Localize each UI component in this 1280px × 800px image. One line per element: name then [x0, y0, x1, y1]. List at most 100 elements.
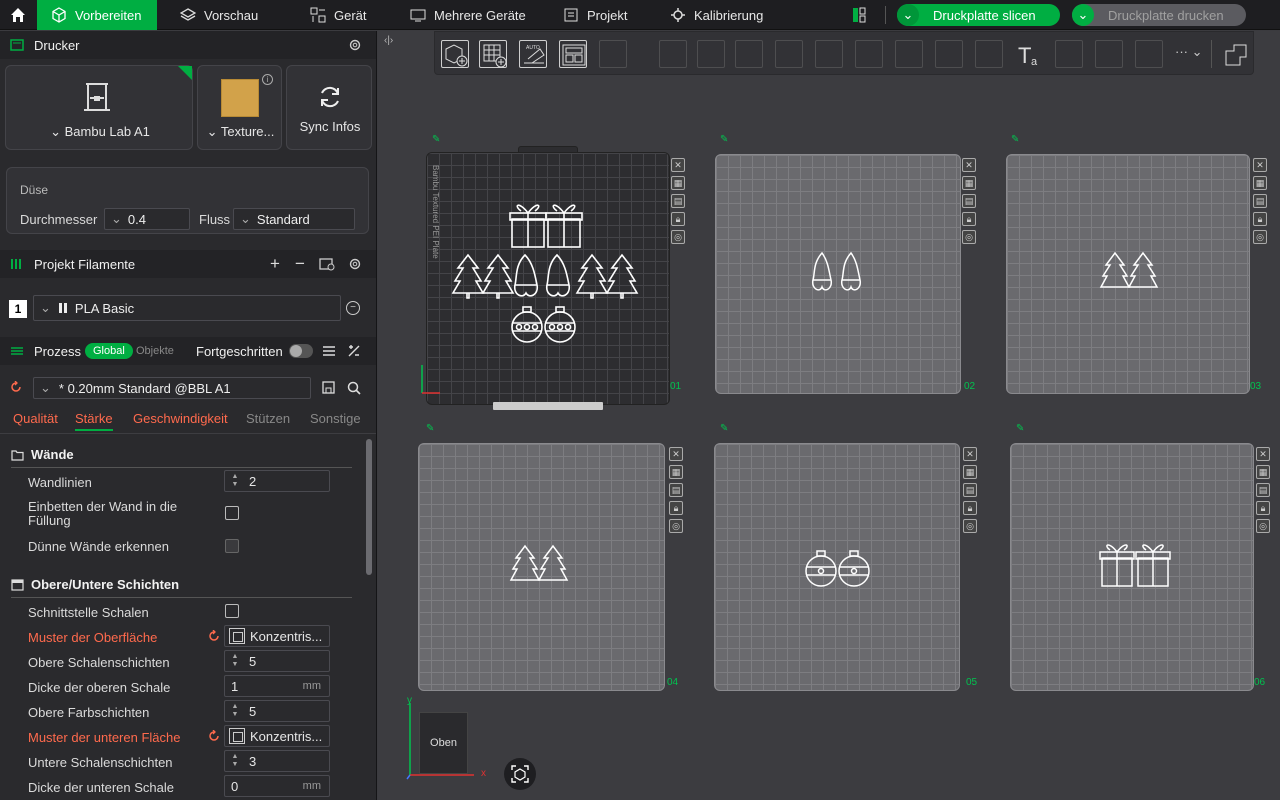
embed-wall-checkbox[interactable] [225, 506, 239, 520]
arrange-plate-icon[interactable]: ▦ [671, 176, 685, 190]
text-tool-button[interactable]: Ta [1015, 40, 1043, 68]
plate-type-card[interactable]: i ⌄ Texture... [197, 65, 282, 150]
sync-info-button[interactable]: Sync Infos [286, 65, 372, 150]
bottom-shell-layers-input[interactable]: ▲ ▼ 3 [224, 750, 330, 772]
measure-tool-button[interactable] [1055, 40, 1083, 68]
stepper-arrows-icon[interactable]: ▲ ▼ [227, 701, 243, 721]
gear-icon[interactable] [348, 257, 362, 271]
filament-options-icon[interactable]: − [346, 301, 360, 315]
arrange-plate-icon[interactable]: ▦ [669, 465, 683, 479]
printer-card[interactable]: ⌄ Bambu Lab A1 [5, 65, 193, 150]
support-paint-button[interactable] [935, 40, 963, 68]
plate-settings-icon[interactable]: ◎ [1253, 230, 1267, 244]
reset-icon[interactable] [208, 630, 220, 642]
delete-plate-icon[interactable]: ✕ [671, 158, 685, 172]
advanced-toggle-switch[interactable] [289, 344, 313, 358]
tab-device[interactable]: Gerät [310, 0, 367, 30]
stepper-arrows-icon[interactable]: ▲ ▼ [227, 471, 243, 491]
info-icon[interactable]: i [262, 74, 273, 85]
tab-strength[interactable]: Stärke [75, 411, 113, 431]
plate-settings-icon[interactable]: ◎ [1256, 519, 1270, 533]
diameter-select[interactable]: ⌄ 0.4 [104, 208, 190, 230]
add-filament-button[interactable]: + [270, 254, 280, 274]
plate-settings-icon[interactable]: ◎ [669, 519, 683, 533]
lock-plate-icon[interactable]: 🔒︎ [1253, 212, 1267, 226]
delete-plate-icon[interactable]: ✕ [963, 447, 977, 461]
edit-plate-icon[interactable]: ✎ [720, 134, 728, 145]
assembly-tool-button[interactable] [1095, 40, 1123, 68]
edit-plate-icon[interactable]: ✎ [426, 423, 434, 434]
wall-loops-input[interactable]: ▲ ▼ 2 [224, 470, 330, 492]
move-tool-button[interactable] [659, 40, 687, 68]
tab-prepare[interactable]: Vorbereiten [37, 0, 157, 30]
build-plate-06[interactable] [1010, 443, 1254, 691]
emboss-tool-button[interactable] [1135, 40, 1163, 68]
reset-icon[interactable] [10, 381, 22, 393]
sidebar-scrollbar[interactable] [366, 439, 372, 575]
slice-plate-button[interactable]: ⌄ Druckplatte slicen [897, 4, 1060, 26]
orient-plate-icon[interactable]: ▤ [669, 483, 683, 497]
top-pattern-select[interactable]: Konzentris... [224, 625, 330, 647]
tab-quality[interactable]: Qualität [13, 411, 58, 426]
build-plate-05[interactable] [714, 443, 960, 691]
lock-plate-icon[interactable]: 🔒︎ [963, 501, 977, 515]
arrange-plate-icon[interactable]: ▦ [1256, 465, 1270, 479]
flow-select[interactable]: ⌄ Standard [233, 208, 355, 230]
print-plate-button[interactable]: ⌄ Druckplatte drucken [1072, 4, 1246, 26]
tab-preview[interactable]: Vorschau [180, 0, 258, 30]
chevron-down-icon[interactable]: ⌄ [1072, 4, 1094, 26]
arrange-plate-icon[interactable]: ▦ [1253, 176, 1267, 190]
tab-others[interactable]: Sonstige [310, 411, 361, 426]
process-preset-select[interactable]: ⌄ * 0.20mm Standard @BBL A1 [33, 377, 311, 399]
assembly-view-button[interactable] [1221, 40, 1249, 68]
plate-settings-icon[interactable]: ◎ [963, 519, 977, 533]
orient-plate-icon[interactable]: ▤ [963, 483, 977, 497]
orient-plate-icon[interactable]: ▤ [962, 194, 976, 208]
auto-orient-button[interactable]: AUTO [519, 40, 547, 68]
scale-tool-button[interactable] [735, 40, 763, 68]
top-shell-layers-input[interactable]: ▲ ▼ 5 [224, 650, 330, 672]
add-object-button[interactable] [441, 40, 469, 68]
interface-shells-checkbox[interactable] [225, 604, 239, 618]
bottom-pattern-select[interactable]: Konzentris... [224, 725, 330, 747]
lock-plate-icon[interactable]: 🔒︎ [669, 501, 683, 515]
fit-view-button[interactable] [504, 758, 536, 790]
tab-project[interactable]: Projekt [563, 0, 627, 30]
delete-plate-icon[interactable]: ✕ [1253, 158, 1267, 172]
delete-plate-icon[interactable]: ✕ [962, 158, 976, 172]
arrange-button[interactable] [559, 40, 587, 68]
edit-plate-icon[interactable]: ✎ [1016, 423, 1024, 434]
top-shell-thickness-input[interactable]: 1 mm [224, 675, 330, 697]
plate-settings-icon[interactable]: ◎ [962, 230, 976, 244]
chevron-down-icon[interactable]: ⌄ [897, 4, 919, 26]
split-view-button[interactable] [599, 40, 627, 68]
build-plate-01[interactable]: Bambu Textured PEI Plate [426, 152, 670, 410]
edit-plate-icon[interactable]: ✎ [432, 134, 440, 145]
global-toggle[interactable]: Global [85, 343, 133, 359]
layout-toggle-button[interactable] [852, 7, 866, 23]
tab-multi-device[interactable]: Mehrere Geräte [410, 0, 526, 30]
home-button[interactable] [0, 0, 36, 30]
lock-plate-icon[interactable]: 🔒︎ [1256, 501, 1270, 515]
plate-settings-icon[interactable]: ◎ [671, 230, 685, 244]
split-objects-button[interactable] [815, 40, 843, 68]
build-plate-03[interactable] [1006, 154, 1250, 394]
delete-plate-icon[interactable]: ✕ [669, 447, 683, 461]
orient-plate-icon[interactable]: ▤ [1256, 483, 1270, 497]
add-plate-button[interactable] [479, 40, 507, 68]
gear-icon[interactable] [348, 38, 362, 52]
tab-support[interactable]: Stützen [246, 411, 290, 426]
lock-plate-icon[interactable]: 🔒︎ [671, 212, 685, 226]
objects-toggle[interactable]: Objekte [136, 345, 174, 357]
compare-icon[interactable] [347, 344, 361, 358]
tab-speed[interactable]: Geschwindigkeit [133, 411, 228, 426]
remove-filament-button[interactable]: − [295, 254, 305, 274]
arrange-plate-icon[interactable]: ▦ [963, 465, 977, 479]
list-icon[interactable] [322, 345, 336, 357]
search-icon[interactable] [347, 381, 361, 395]
orient-plate-icon[interactable]: ▤ [671, 194, 685, 208]
edit-plate-icon[interactable]: ✎ [720, 423, 728, 434]
edit-plate-icon[interactable]: ✎ [1011, 134, 1019, 145]
more-tools-button[interactable]: ··· ⌄ [1175, 44, 1203, 60]
filament-select[interactable]: ⌄ PLA Basic [33, 295, 341, 321]
